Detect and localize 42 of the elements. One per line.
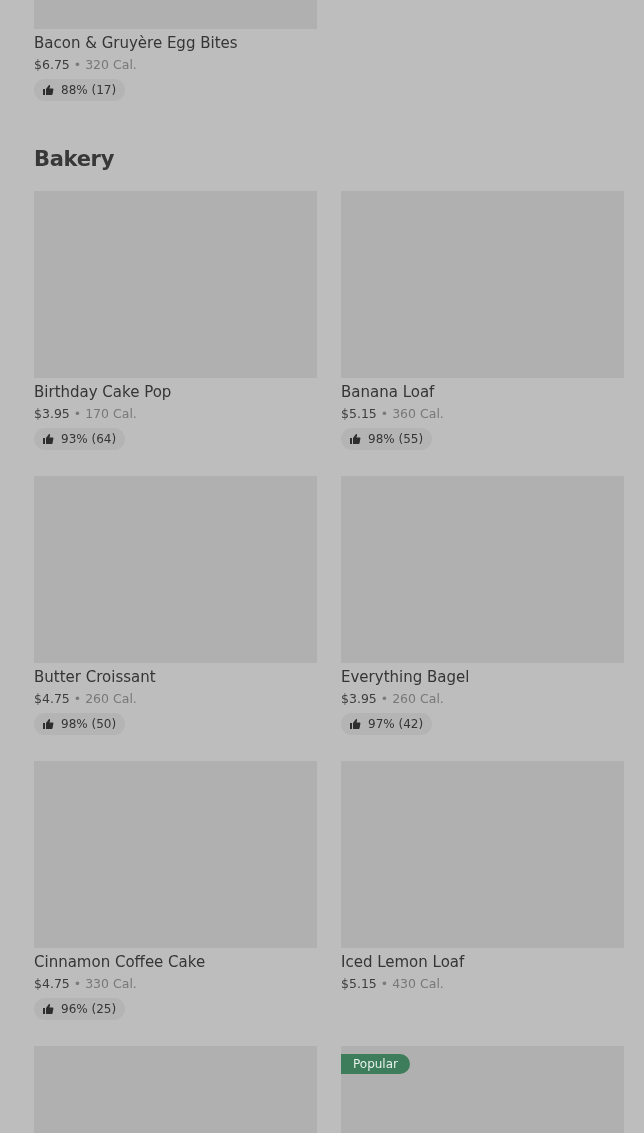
separator-dot: • <box>380 690 389 708</box>
rating-badge: 97% (42) <box>341 713 433 735</box>
separator-dot: • <box>73 975 82 993</box>
item-price: $5.15 <box>341 975 377 993</box>
thumbs-up-icon <box>42 84 54 96</box>
item-calories: 430 Cal. <box>392 975 444 993</box>
popular-badge: Popular <box>341 1054 410 1074</box>
separator-dot: • <box>73 690 82 708</box>
item-price: $6.75 <box>34 56 70 74</box>
item-name[interactable]: Bacon & Gruyère Egg Bites <box>34 33 238 53</box>
rating-badge: 88% (17) <box>34 79 126 101</box>
thumbs-up-icon <box>349 718 361 730</box>
item-name[interactable]: Everything Bagel <box>341 667 470 687</box>
item-price: $3.95 <box>341 690 377 708</box>
section-title: Bakery <box>34 146 116 173</box>
item-price: $4.75 <box>34 690 70 708</box>
rating-badge: 96% (25) <box>34 998 126 1020</box>
item-price: $3.95 <box>34 405 70 423</box>
separator-dot: • <box>73 56 82 74</box>
item-name[interactable]: Iced Lemon Loaf <box>341 952 465 972</box>
separator-dot: • <box>73 405 82 423</box>
thumbs-up-icon <box>42 433 54 445</box>
item-price: $5.15 <box>341 405 377 423</box>
item-calories: 360 Cal. <box>392 405 444 423</box>
item-calories: 330 Cal. <box>85 975 137 993</box>
item-name[interactable]: Cinnamon Coffee Cake <box>34 952 206 972</box>
item-calories: 170 Cal. <box>85 405 137 423</box>
item-calories: 260 Cal. <box>392 690 444 708</box>
item-name[interactable]: Butter Croissant <box>34 667 156 687</box>
thumbs-up-icon <box>349 433 361 445</box>
item-name[interactable]: Birthday Cake Pop <box>34 382 172 402</box>
item-name[interactable]: Banana Loaf <box>341 382 435 402</box>
rating-badge: 93% (64) <box>34 428 126 450</box>
separator-dot: • <box>380 975 389 993</box>
rating-badge: 98% (50) <box>34 713 126 735</box>
rating-badge: 98% (55) <box>341 428 433 450</box>
thumbs-up-icon <box>42 718 54 730</box>
item-calories: 320 Cal. <box>85 56 137 74</box>
separator-dot: • <box>380 405 389 423</box>
item-price: $4.75 <box>34 975 70 993</box>
item-calories: 260 Cal. <box>85 690 137 708</box>
thumbs-up-icon <box>42 1003 54 1015</box>
